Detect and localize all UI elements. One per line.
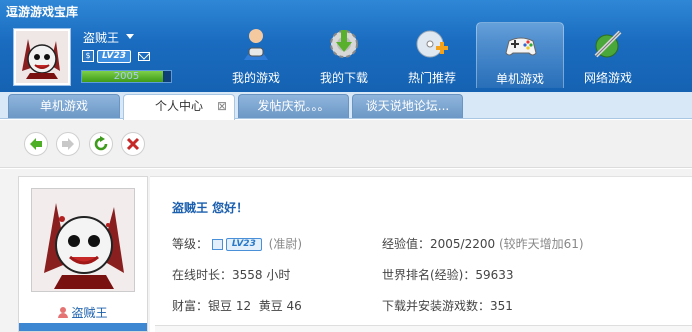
tab-celebrate-post[interactable]: 发帖庆祝。。。 (238, 94, 349, 118)
rank-title: (准尉) (268, 237, 303, 251)
tab-label: 谈天说地论坛... (365, 99, 450, 113)
profile-sidebar: 盗贼王 (18, 176, 148, 332)
personal-center-content: 盗贼王 盗贼王 您好！ 等级： LV23 (准尉) 在线时长：3558 小时 财… (0, 169, 692, 332)
experience-bar: 2005 (81, 70, 172, 83)
tab-forum[interactable]: 谈天说地论坛... (352, 94, 463, 118)
level-badge: LV23 (225, 238, 262, 251)
nav-hot-recommend[interactable]: 热门推荐 (388, 22, 476, 88)
tab-bar: 单机游戏 个人中心 ⊠ 发帖庆祝。。。 谈天说地论坛... (0, 92, 692, 120)
refresh-button[interactable] (89, 132, 113, 156)
world-rank-row: 世界排名(经验)：59633 (382, 268, 514, 282)
online-time-row: 在线时长：3558 小时 (172, 268, 291, 282)
greeting: 盗贼王 您好！ (172, 201, 249, 215)
header-avatar[interactable] (13, 28, 71, 86)
profile-name[interactable]: 盗贼王 (19, 304, 147, 321)
back-button[interactable] (24, 132, 48, 156)
stop-button[interactable] (121, 132, 145, 156)
nav-online-games[interactable]: 网络游戏 (564, 22, 652, 88)
app-header: 逗游游戏宝库 盗贼王 $ LV23 2005 我的游戏 我的下载 热门推荐 单机… (0, 0, 692, 92)
downloads-row: 下载并安装游戏数：351 (382, 299, 513, 313)
tab-label: 发帖庆祝。。。 (257, 99, 330, 113)
sidebar-strip (19, 323, 147, 331)
refresh-icon (94, 136, 108, 151)
wealth-row: 财富：银豆 12 黄豆 46 (172, 299, 302, 313)
world-rank-value: 59633 (475, 268, 514, 282)
tab-label: 个人中心 (154, 99, 203, 113)
level-badge: LV23 (97, 49, 131, 63)
arrow-right-icon (62, 138, 74, 150)
sword-globe-icon (594, 30, 622, 58)
experience-value: 2005/2200 (430, 237, 496, 251)
app-title: 逗游游戏宝库 (6, 5, 79, 19)
experience-change: (较昨天增加61) (498, 237, 584, 251)
nav-label: 热门推荐 (407, 71, 456, 85)
chevron-down-icon[interactable] (126, 34, 134, 39)
nav-label: 我的下载 (319, 71, 368, 85)
profile-avatar[interactable] (31, 188, 135, 292)
vip-icon (211, 239, 223, 250)
experience-value: 2005 (113, 71, 140, 82)
gamepad-icon (505, 37, 537, 56)
disc-plus-icon (416, 30, 448, 58)
person-controller-icon (244, 29, 268, 60)
avatar-image (16, 31, 68, 83)
main-nav: 我的游戏 我的下载 热门推荐 单机游戏 网络游戏 (212, 22, 652, 88)
browser-toolbar (0, 120, 692, 168)
close-icon[interactable]: ⊠ (217, 95, 227, 117)
online-time-value: 3558 小时 (232, 268, 291, 282)
profile-panel: 盗贼王 您好！ 等级： LV23 (准尉) 在线时长：3558 小时 财富：银豆… (150, 176, 692, 332)
nav-my-downloads[interactable]: 我的下载 (300, 22, 388, 88)
experience-row: 经验值：2005/2200 (较昨天增加61) (382, 237, 584, 251)
nav-single-player[interactable]: 单机游戏 (476, 22, 564, 88)
nav-label: 网络游戏 (583, 71, 632, 85)
tab-personal-center[interactable]: 个人中心 ⊠ (123, 94, 235, 120)
level-row: 等级： LV23 (准尉) (172, 237, 303, 251)
vip-icon: $ (82, 50, 94, 62)
panel-footer (155, 325, 692, 332)
tab-single-games[interactable]: 单机游戏 (8, 94, 120, 118)
download-gear-icon (330, 30, 358, 58)
forward-button[interactable] (56, 132, 80, 156)
nav-label: 单机游戏 (495, 72, 544, 86)
username[interactable]: 盗贼王 (83, 29, 119, 46)
arrow-left-icon (30, 138, 42, 150)
downloads-value: 351 (490, 299, 513, 313)
nav-my-games[interactable]: 我的游戏 (212, 22, 300, 88)
user-icon (58, 307, 69, 318)
mail-icon[interactable] (138, 51, 150, 61)
close-icon (126, 137, 140, 151)
wealth-value: 银豆 12 黄豆 46 (208, 299, 302, 313)
tab-label: 单机游戏 (39, 99, 88, 113)
nav-label: 我的游戏 (231, 71, 280, 85)
user-badges: $ LV23 (82, 49, 150, 63)
